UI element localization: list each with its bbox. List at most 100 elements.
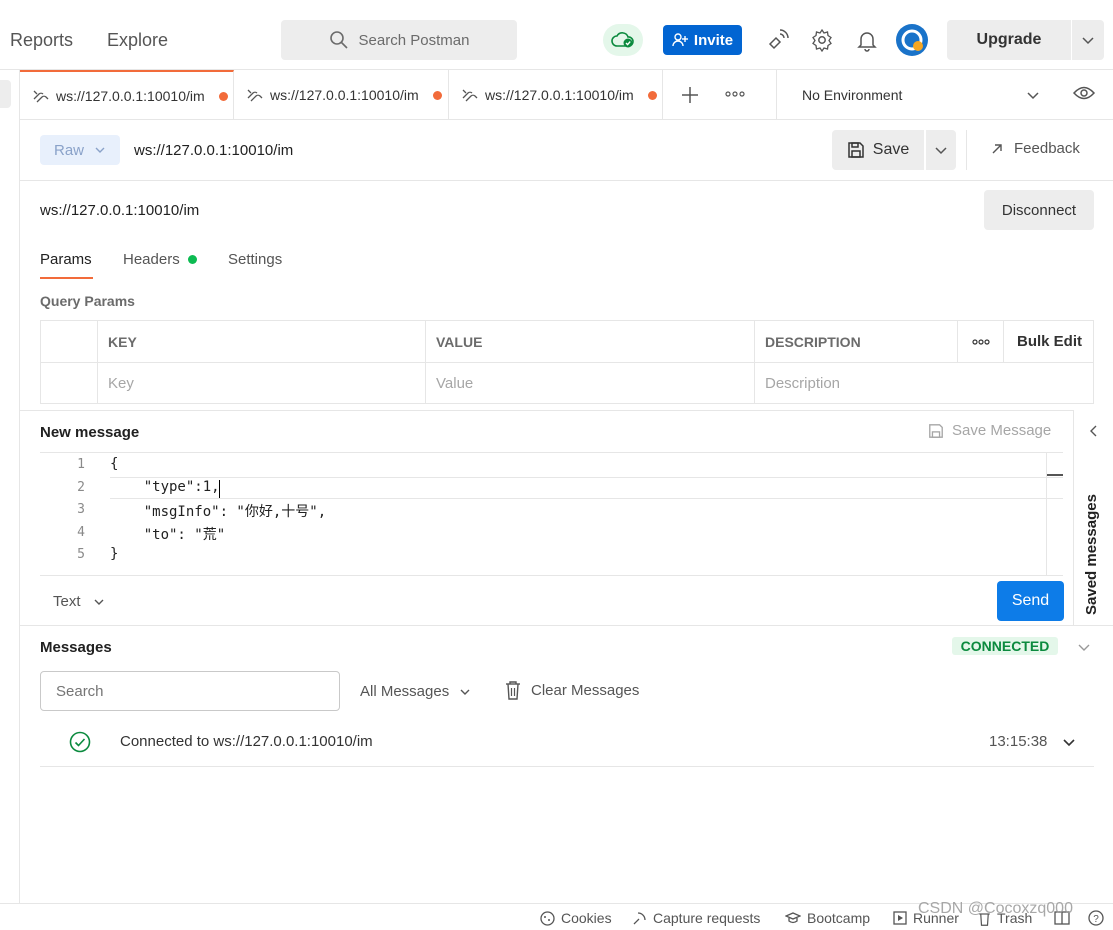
help-icon[interactable]: ? — [1088, 910, 1104, 926]
chevron-down-icon — [95, 147, 105, 153]
new-message-title: New message — [40, 424, 140, 441]
divider — [20, 625, 1113, 626]
disconnect-label: Disconnect — [1001, 201, 1077, 219]
tab-params[interactable]: Params — [40, 251, 92, 268]
message-format-select[interactable]: Text — [53, 593, 105, 610]
chevron-down-icon[interactable] — [1062, 735, 1076, 749]
svg-text:?: ? — [1093, 914, 1099, 925]
environment-label: No Environment — [802, 87, 903, 103]
chevron-down-icon — [460, 689, 470, 695]
message-type-select[interactable]: Raw — [40, 135, 120, 165]
footer-label: Bootcamp — [807, 910, 871, 926]
code-line: "type":1, — [110, 479, 220, 495]
check-circle-icon — [69, 731, 91, 753]
watermark: CSDN @Cocoxzq000 — [918, 900, 1073, 917]
invite-button[interactable]: Invite — [663, 25, 742, 55]
query-params-title: Query Params — [40, 293, 135, 309]
disconnect-button[interactable]: Disconnect — [984, 190, 1094, 230]
query-params-table: KEY VALUE DESCRIPTION Bulk Edit Key Valu… — [40, 320, 1094, 404]
chevron-down-icon[interactable] — [1077, 640, 1091, 654]
websocket-icon — [462, 89, 478, 102]
messages-title: Messages — [40, 639, 112, 656]
message-text: Connected to ws://127.0.0.1:10010/im — [120, 733, 373, 750]
plus-icon[interactable] — [681, 86, 699, 104]
message-editor[interactable]: 1 2 3 4 5 { "type":1, "msgInfo": "你好,十号"… — [40, 452, 1063, 576]
saved-messages-label[interactable]: Saved messages — [1083, 490, 1100, 615]
sync-status[interactable] — [603, 24, 643, 56]
invite-label: Invite — [693, 31, 734, 49]
nav-explore[interactable]: Explore — [107, 30, 168, 51]
clear-messages-button[interactable]: Clear Messages — [505, 680, 639, 700]
save-icon — [929, 423, 943, 438]
request-tab[interactable]: ws://127.0.0.1:10010/im — [234, 70, 449, 120]
message-type-label: Raw — [53, 141, 84, 159]
bootcamp-button[interactable]: Bootcamp — [785, 910, 870, 926]
more-icon — [971, 338, 990, 345]
capture-icon — [633, 911, 646, 924]
tab-settings[interactable]: Settings — [228, 251, 282, 268]
tab-label: ws://127.0.0.1:10010/im — [270, 87, 419, 103]
description-input[interactable]: Description — [755, 363, 1094, 403]
request-url[interactable]: ws://127.0.0.1:10010/im — [134, 142, 293, 159]
request-tab[interactable]: ws://127.0.0.1:10010/im — [449, 70, 663, 120]
editor-scrollbar[interactable] — [1046, 453, 1047, 576]
search-icon — [329, 31, 348, 49]
cookies-button[interactable]: Cookies — [540, 910, 612, 926]
value-input[interactable]: Value — [426, 363, 755, 403]
tab-headers[interactable]: Headers — [123, 251, 180, 268]
key-input[interactable]: Key — [98, 363, 426, 403]
save-message-button[interactable]: Save Message — [928, 422, 1051, 439]
environment-select[interactable]: No Environment — [776, 70, 1113, 120]
chevron-down-icon — [1082, 37, 1094, 45]
bulk-edit-button[interactable]: Bulk Edit — [1004, 321, 1094, 363]
connection-url: ws://127.0.0.1:10010/im — [40, 202, 200, 219]
capture-requests-button[interactable]: Capture requests — [632, 910, 760, 926]
gear-icon[interactable] — [810, 28, 834, 52]
messages-search-input[interactable] — [40, 671, 340, 711]
send-label: Send — [1011, 592, 1050, 609]
user-avatar-icon — [897, 25, 927, 55]
bell-icon[interactable] — [855, 28, 879, 52]
code-line: { — [110, 456, 119, 472]
tab-label: ws://127.0.0.1:10010/im — [56, 88, 205, 104]
messages-filter-label: All Messages — [360, 683, 450, 700]
add-user-icon — [672, 33, 688, 47]
code-line: "to": "荒" — [110, 527, 226, 543]
messages-filter-select[interactable]: All Messages — [360, 683, 471, 700]
cookie-icon — [540, 910, 555, 926]
more-icon[interactable] — [725, 89, 745, 99]
avatar[interactable] — [896, 24, 928, 56]
chevron-down-icon[interactable] — [1026, 88, 1040, 102]
upgrade-dropdown-button[interactable] — [1072, 20, 1104, 60]
table-row-handle — [41, 363, 98, 403]
table-header-cell — [41, 321, 98, 363]
table-options-button[interactable] — [958, 321, 1004, 363]
eye-icon[interactable] — [1073, 85, 1095, 101]
save-dropdown-button[interactable] — [926, 130, 956, 170]
tab-label: ws://127.0.0.1:10010/im — [485, 87, 634, 103]
save-button[interactable]: Save — [832, 130, 924, 170]
send-button[interactable]: Send — [997, 581, 1064, 621]
global-search[interactable]: Search Postman — [281, 20, 517, 60]
search-placeholder: Search Postman — [358, 31, 470, 49]
upgrade-label: Upgrade — [976, 31, 1042, 48]
graduation-cap-icon — [785, 912, 801, 924]
chevron-left-icon[interactable] — [1088, 424, 1100, 438]
message-format-label: Text — [53, 593, 81, 610]
column-header-description: DESCRIPTION — [755, 321, 958, 363]
feedback-link[interactable]: Feedback — [990, 140, 1080, 157]
active-tab-indicator — [40, 277, 93, 279]
unsaved-dot — [432, 90, 442, 100]
footer-label: Capture requests — [653, 910, 761, 926]
code-line: "msgInfo": "你好,十号", — [110, 504, 327, 520]
divider — [20, 180, 1113, 181]
satellite-icon[interactable] — [766, 28, 790, 52]
nav-reports[interactable]: Reports — [10, 30, 73, 51]
request-tab[interactable]: ws://127.0.0.1:10010/im — [20, 70, 234, 120]
trash-icon — [506, 681, 520, 700]
play-box-icon — [893, 911, 907, 925]
sidebar-toggle[interactable] — [0, 80, 11, 108]
line-number: 2 — [77, 480, 85, 495]
upgrade-button[interactable]: Upgrade — [947, 20, 1071, 60]
column-header-key: KEY — [98, 321, 426, 363]
